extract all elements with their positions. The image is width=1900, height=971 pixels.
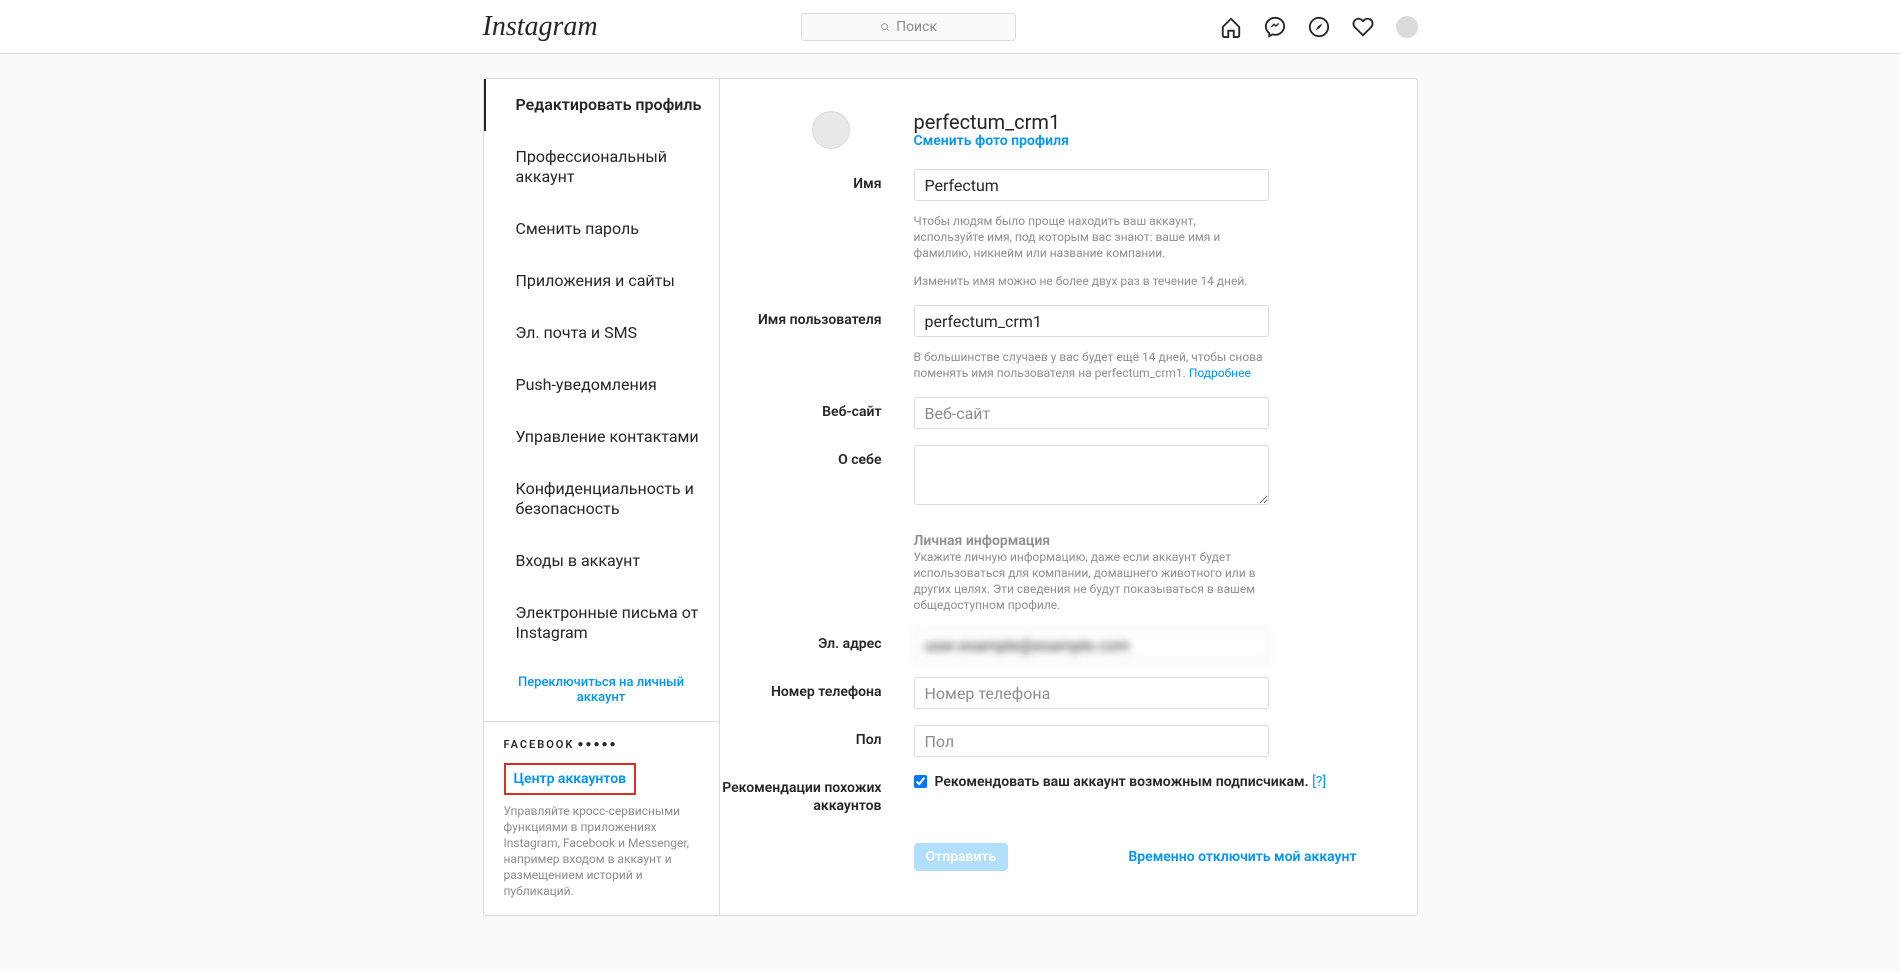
heart-icon[interactable] <box>1352 16 1374 38</box>
nav-avatar[interactable] <box>1396 16 1418 38</box>
sidebar-item-change-password[interactable]: Сменить пароль <box>484 203 719 255</box>
sidebar-item-privacy[interactable]: Конфиденциальность и безопасность <box>484 463 719 535</box>
personal-info-head: Личная информация <box>914 533 1269 549</box>
profile-username: perfectum_crm1 <box>914 111 1357 133</box>
username-input[interactable] <box>914 305 1269 337</box>
fb-family-icons: ●●●●● <box>577 739 617 750</box>
similar-help-link[interactable]: [?] <box>1312 774 1326 790</box>
sidebar-item-edit-profile[interactable]: Редактировать профиль <box>484 79 719 131</box>
website-label: Веб-сайт <box>720 397 914 421</box>
sidebar-item-push[interactable]: Push-уведомления <box>484 359 719 411</box>
accounts-center-desc: Управляйте кросс-сервисными функциями в … <box>504 803 699 899</box>
website-input[interactable] <box>914 397 1269 429</box>
top-nav: Instagram Поиск <box>0 0 1900 54</box>
bio-textarea[interactable] <box>914 445 1269 505</box>
home-icon[interactable] <box>1220 16 1242 38</box>
accounts-center-highlight: Центр аккаунтов <box>504 763 637 795</box>
sidebar: Редактировать профиль Профессиональный а… <box>484 79 720 915</box>
name-help-2: Изменить имя можно не более двух раз в т… <box>914 273 1269 289</box>
phone-input[interactable] <box>914 677 1269 709</box>
phone-label: Номер телефона <box>720 677 914 701</box>
profile-header-row: perfectum_crm1 Сменить фото профиля <box>720 111 1357 153</box>
profile-avatar[interactable] <box>812 111 850 149</box>
content: perfectum_crm1 Сменить фото профиля Имя … <box>720 79 1417 915</box>
name-input[interactable] <box>914 169 1269 201</box>
facebook-label: FACEBOOK ●●●●● <box>504 738 699 751</box>
similar-checkbox-label: Рекомендовать ваш аккаунт возможным подп… <box>935 774 1309 790</box>
name-label: Имя <box>720 169 914 193</box>
brand-logo[interactable]: Instagram <box>483 11 598 43</box>
sidebar-item-professional[interactable]: Профессиональный аккаунт <box>484 131 719 203</box>
username-label: Имя пользователя <box>720 305 914 329</box>
email-label: Эл. адрес <box>720 629 914 653</box>
username-help-link[interactable]: Подробнее <box>1189 366 1251 380</box>
similar-label: Рекомендации похожих аккаунтов <box>720 773 914 815</box>
similar-checkbox[interactable] <box>914 775 927 788</box>
username-help: В большинстве случаев у вас будет ещё 14… <box>914 349 1269 381</box>
gender-input[interactable] <box>914 725 1269 757</box>
submit-button[interactable]: Отправить <box>914 843 1009 871</box>
sidebar-item-emails[interactable]: Электронные письма от Instagram <box>484 587 719 659</box>
search-input[interactable]: Поиск <box>801 13 1016 41</box>
sidebar-item-email-sms[interactable]: Эл. почта и SMS <box>484 307 719 359</box>
nav-icons <box>1220 16 1418 38</box>
sidebar-item-login-activity[interactable]: Входы в аккаунт <box>484 535 719 587</box>
accounts-center-link[interactable]: Центр аккаунтов <box>514 771 627 787</box>
search-icon <box>880 22 890 32</box>
settings-container: Редактировать профиль Профессиональный а… <box>483 78 1418 916</box>
bio-label: О себе <box>720 445 914 469</box>
change-photo-link[interactable]: Сменить фото профиля <box>914 133 1357 149</box>
name-help-1: Чтобы людям было проще находить ваш акка… <box>914 213 1269 261</box>
sidebar-bottom: FACEBOOK ●●●●● Центр аккаунтов Управляйт… <box>484 721 719 915</box>
switch-account-link[interactable]: Переключиться на личный аккаунт <box>484 659 719 721</box>
sidebar-item-contacts[interactable]: Управление контактами <box>484 411 719 463</box>
disable-account-link[interactable]: Временно отключить мой аккаунт <box>1128 849 1356 865</box>
personal-info-desc: Укажите личную информацию, даже если акк… <box>914 549 1269 613</box>
search-placeholder: Поиск <box>896 19 937 35</box>
email-input[interactable] <box>914 629 1269 661</box>
gender-label: Пол <box>720 725 914 749</box>
explore-icon[interactable] <box>1308 16 1330 38</box>
messenger-icon[interactable] <box>1264 16 1286 38</box>
sidebar-item-apps[interactable]: Приложения и сайты <box>484 255 719 307</box>
